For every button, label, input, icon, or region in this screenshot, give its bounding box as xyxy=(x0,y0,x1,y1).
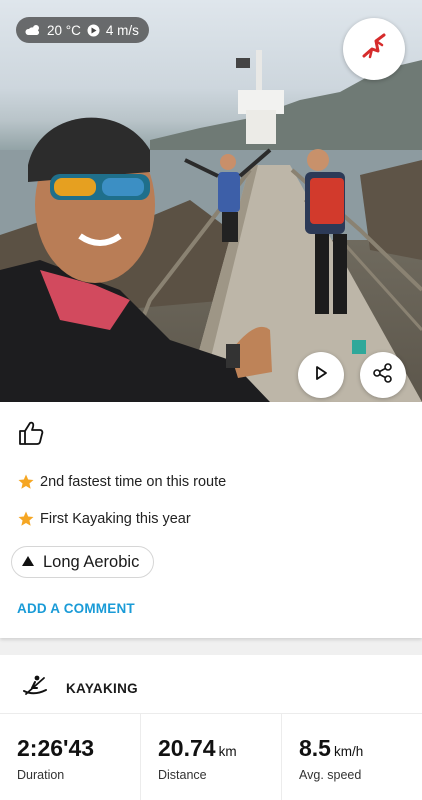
sport-row: KAYAKING xyxy=(22,674,138,703)
training-effect-label: Long Aerobic xyxy=(43,552,140,571)
wind-direction-icon xyxy=(87,24,100,37)
sport-label: KAYAKING xyxy=(66,681,138,696)
achievement-text: First Kayaking this year xyxy=(40,511,191,527)
divider xyxy=(140,713,141,800)
add-comment-link[interactable]: ADD A COMMENT xyxy=(17,601,135,616)
star-icon xyxy=(17,510,35,528)
star-icon xyxy=(17,473,35,491)
temperature-text: 20 °C xyxy=(47,22,81,38)
stat-unit: km/h xyxy=(333,744,364,759)
triangle-up-icon xyxy=(22,556,34,566)
route-map-icon xyxy=(354,27,394,72)
stat-duration: 2:26'43 Duration xyxy=(17,735,94,782)
achievement-item: 2nd fastest time on this route xyxy=(17,473,226,491)
stat-avg-speed: 8.5 km/h Avg. speed xyxy=(299,735,363,782)
stat-label: Distance xyxy=(158,768,207,782)
summary-card: KAYAKING 2:26'43 Duration 20.74 km Distan… xyxy=(0,655,422,800)
achievement-text: 2nd fastest time on this route xyxy=(40,474,227,490)
weather-pill: 20 °C 4 m/s xyxy=(16,17,149,43)
stat-distance: 20.74 km Distance xyxy=(158,735,237,782)
share-button[interactable] xyxy=(360,352,406,398)
stat-value: 8.5 xyxy=(299,735,331,761)
share-icon xyxy=(372,362,394,389)
wind-speed-text: 4 m/s xyxy=(105,22,139,38)
stat-label: Avg. speed xyxy=(299,768,362,782)
play-icon xyxy=(312,364,330,387)
play-button[interactable] xyxy=(298,352,344,398)
stat-value: 20.74 xyxy=(158,735,216,761)
training-effect-chip[interactable]: Long Aerobic xyxy=(11,546,155,578)
thumbs-up-icon xyxy=(17,419,45,452)
stat-unit: km xyxy=(218,744,237,759)
achievement-item: First Kayaking this year xyxy=(17,510,191,528)
stat-label: Duration xyxy=(17,768,65,782)
divider xyxy=(281,713,282,800)
route-map-button[interactable] xyxy=(343,18,405,80)
stat-value: 2:26'43 xyxy=(17,735,95,761)
activity-photo[interactable]: 20 °C 4 m/s xyxy=(0,0,422,402)
divider xyxy=(0,713,422,714)
kayaking-icon xyxy=(22,674,48,703)
cloud-sun-icon xyxy=(25,24,41,36)
feed-card: 2nd fastest time on this route First Kay… xyxy=(0,402,422,638)
like-button[interactable] xyxy=(16,420,46,450)
